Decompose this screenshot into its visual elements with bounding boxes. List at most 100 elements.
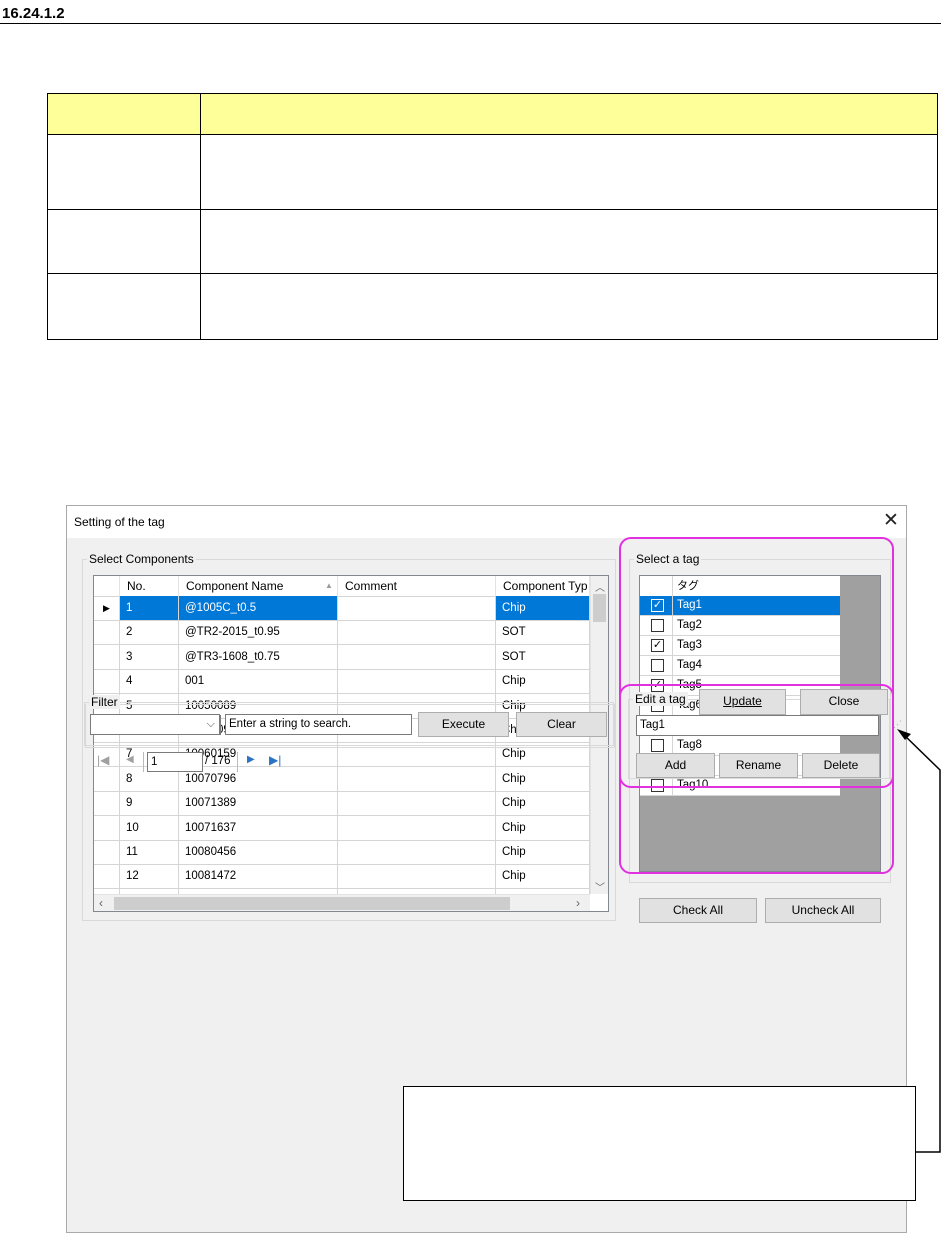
doc-table-cell (48, 94, 201, 134)
table-row[interactable]: ▶ 1 @1005C_t0.5 Chip (94, 596, 590, 621)
row-header[interactable]: ▶ (94, 596, 120, 620)
dialog-title: Setting of the tag (74, 515, 165, 529)
clear-button[interactable]: Clear (516, 712, 607, 737)
cell-no[interactable]: 1 (120, 596, 179, 620)
doc-table (47, 93, 938, 340)
page-total: / 176 (205, 755, 231, 767)
column-header-component-type[interactable]: Component Typ (496, 576, 590, 596)
cell-component-type[interactable]: SOT (496, 644, 590, 669)
chevron-down-icon: ⌵ (206, 718, 215, 730)
row-header[interactable] (94, 620, 120, 645)
row-header[interactable] (94, 815, 120, 840)
cell-component-type[interactable]: Chip (496, 766, 590, 791)
cell-component-name[interactable]: @1005C_t0.5 (179, 596, 338, 620)
scroll-down-icon[interactable]: ﹀ (595, 879, 605, 894)
cell-comment[interactable] (338, 644, 496, 669)
table-row[interactable]: 4 001 Chip (94, 669, 590, 695)
cell-no[interactable]: 9 (120, 791, 179, 816)
uncheck-all-button[interactable]: Uncheck All (765, 898, 881, 923)
row-header[interactable] (94, 864, 120, 889)
callout-box (403, 1086, 916, 1201)
horizontal-scroll-thumb[interactable] (114, 897, 510, 910)
cell-component-name[interactable]: 001 (179, 669, 338, 694)
cell-component-name[interactable]: 10071389 (179, 791, 338, 816)
cell-component-type[interactable]: Chip (496, 669, 590, 694)
first-page-icon[interactable]: |◀ (97, 753, 109, 767)
table-row[interactable]: 12 10081472 Chip (94, 864, 590, 890)
table-row[interactable]: 11 10080456 Chip (94, 840, 590, 865)
table-row[interactable]: 10 10071637 Chip (94, 815, 590, 841)
scroll-right-icon[interactable]: › (576, 896, 580, 910)
grid-header-rowhdr (94, 576, 120, 596)
doc-table-cell (48, 210, 201, 273)
current-row-icon: ▶ (103, 603, 110, 613)
pager-separator (237, 752, 238, 772)
dialog-titlebar: Setting of the tag ✕ (67, 506, 906, 538)
filter-column-combo[interactable]: ⌵ (90, 714, 220, 735)
close-icon[interactable]: ✕ (879, 509, 903, 533)
cell-component-name[interactable]: 10071637 (179, 815, 338, 840)
search-input[interactable]: Enter a string to search. (225, 714, 412, 735)
cell-comment[interactable] (338, 815, 496, 840)
cell-component-name[interactable]: 10081472 (179, 864, 338, 889)
cell-component-type[interactable]: Chip (496, 596, 590, 620)
cell-comment[interactable] (338, 864, 496, 889)
cell-comment[interactable] (338, 620, 496, 645)
column-header-label: Component Name (186, 579, 284, 593)
row-header[interactable] (94, 791, 120, 816)
cell-comment[interactable] (338, 766, 496, 791)
column-header-component-name[interactable]: Component Name ▲ (179, 576, 338, 596)
row-header[interactable] (94, 669, 120, 694)
cell-no[interactable]: 2 (120, 620, 179, 645)
vertical-scroll-thumb[interactable] (593, 594, 606, 622)
cell-no[interactable]: 11 (120, 840, 179, 864)
doc-table-row (48, 210, 937, 274)
cell-comment[interactable] (338, 596, 496, 620)
column-header-no[interactable]: No. (120, 576, 179, 596)
check-all-button[interactable]: Check All (639, 898, 757, 923)
table-row[interactable]: 2 @TR2-2015_t0.95 SOT (94, 620, 590, 646)
cell-no[interactable]: 12 (120, 864, 179, 889)
cell-component-type[interactable]: Chip (496, 791, 590, 816)
cell-comment[interactable] (338, 840, 496, 864)
resize-grip-icon[interactable]: ⋰ (893, 719, 902, 730)
scroll-left-icon[interactable]: ‹ (99, 896, 103, 910)
cell-no[interactable]: 3 (120, 644, 179, 669)
filter-legend-text: Filter (89, 695, 120, 709)
edit-tag-highlight (619, 684, 894, 788)
page-number-input[interactable]: 1 (147, 752, 203, 772)
previous-page-icon[interactable]: ◀ (126, 754, 134, 765)
doc-table-row (48, 274, 937, 339)
cell-component-type[interactable]: SOT (496, 620, 590, 645)
cell-component-type[interactable]: Chip (496, 840, 590, 864)
column-header-comment[interactable]: Comment (338, 576, 496, 596)
cell-component-type[interactable]: Chip (496, 815, 590, 840)
select-components-legend: Select Components (87, 552, 196, 566)
last-page-icon[interactable]: ▶| (269, 753, 281, 767)
doc-table-row (48, 135, 937, 210)
cell-no[interactable]: 10 (120, 815, 179, 840)
doc-table-cell (48, 135, 201, 209)
cell-comment[interactable] (338, 791, 496, 816)
row-header[interactable] (94, 840, 120, 864)
table-row[interactable]: 9 10071389 Chip (94, 791, 590, 817)
section-heading: 16.24.1.2 (2, 5, 65, 22)
sort-ascending-icon: ▲ (325, 581, 333, 590)
pager: |◀ ◀ 1 / 176 ▶ ▶| (88, 750, 288, 776)
doc-table-header-row (48, 94, 937, 135)
execute-button[interactable]: Execute (418, 712, 509, 737)
scroll-up-icon[interactable]: ︿ (595, 579, 605, 594)
heading-rule (0, 23, 941, 24)
grid-header: No. Component Name ▲ Comment Component T… (94, 576, 590, 597)
row-header[interactable] (94, 644, 120, 669)
next-page-icon[interactable]: ▶ (247, 754, 255, 765)
horizontal-scrollbar[interactable]: ‹ › (94, 894, 590, 911)
cell-component-type[interactable]: Chip (496, 864, 590, 889)
cell-component-name[interactable]: @TR2-2015_t0.95 (179, 620, 338, 645)
cell-comment[interactable] (338, 669, 496, 694)
doc-table-cell (48, 274, 201, 339)
cell-component-name[interactable]: 10080456 (179, 840, 338, 864)
cell-component-name[interactable]: @TR3-1608_t0.75 (179, 644, 338, 669)
cell-no[interactable]: 4 (120, 669, 179, 694)
table-row[interactable]: 3 @TR3-1608_t0.75 SOT (94, 644, 590, 670)
